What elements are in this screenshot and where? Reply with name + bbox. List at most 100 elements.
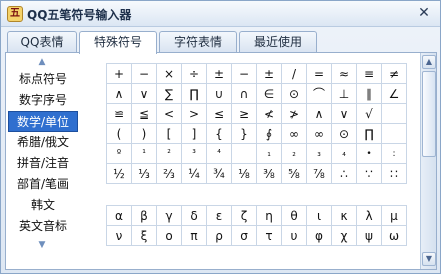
sidebar-item-math-units[interactable]: 数学/单位 xyxy=(8,111,78,132)
sidebar-item-phonetic[interactable]: 英文音标 xyxy=(8,216,78,237)
symbol-cell[interactable]: υ xyxy=(281,225,307,246)
symbol-cell[interactable]: φ xyxy=(306,225,332,246)
symbol-cell[interactable]: π xyxy=(181,225,207,246)
symbol-cell[interactable]: α xyxy=(106,205,132,226)
symbol-cell[interactable]: { xyxy=(206,123,232,144)
symbol-cell[interactable]: ⅓ xyxy=(131,163,157,184)
symbol-cell[interactable]: λ xyxy=(356,205,382,226)
tab-recent[interactable]: 最近使用 xyxy=(239,31,317,53)
symbol-cell[interactable]: º xyxy=(106,143,132,164)
close-icon[interactable]: ✕ xyxy=(416,5,432,21)
tab-special-symbols[interactable]: 特殊符号 xyxy=(79,31,157,54)
symbol-cell[interactable]: ≡ xyxy=(356,63,382,84)
symbol-cell[interactable]: ⁴ xyxy=(206,143,232,164)
symbol-cell[interactable]: ε xyxy=(206,205,232,226)
symbol-cell[interactable]: ∧ xyxy=(306,103,332,124)
symbol-cell[interactable]: σ xyxy=(231,225,257,246)
symbol-cell[interactable]: ⊙ xyxy=(331,123,357,144)
symbol-cell[interactable]: ∷ xyxy=(381,163,407,184)
symbol-cell[interactable]: ∠ xyxy=(381,83,407,104)
symbol-cell[interactable]: / xyxy=(281,63,307,84)
symbol-cell[interactable]: η xyxy=(256,205,282,226)
symbol-cell[interactable]: ₃ xyxy=(306,143,332,164)
symbol-cell[interactable]: β xyxy=(131,205,157,226)
symbol-cell[interactable]: ½ xyxy=(106,163,132,184)
scroll-thumb[interactable] xyxy=(422,71,436,157)
symbol-cell[interactable]: ) xyxy=(131,123,157,144)
symbol-cell[interactable]: ₄ xyxy=(331,143,357,164)
symbol-cell[interactable]: ± xyxy=(256,63,282,84)
tab-character-emoticons[interactable]: 字符表情 xyxy=(159,31,237,53)
symbol-cell[interactable]: + xyxy=(106,63,132,84)
symbol-cell[interactable]: : xyxy=(381,143,407,164)
symbol-cell[interactable]: ≮ xyxy=(256,103,282,124)
symbol-cell[interactable]: √ xyxy=(356,103,382,124)
symbol-cell[interactable] xyxy=(231,143,257,164)
symbol-cell[interactable]: ∨ xyxy=(331,103,357,124)
symbol-cell[interactable]: θ xyxy=(281,205,307,226)
symbol-cell[interactable]: ι xyxy=(306,205,332,226)
symbol-cell[interactable]: ∪ xyxy=(206,83,232,104)
sidebar-item-pinyin-zhuyin[interactable]: 拼音/注音 xyxy=(8,153,78,174)
sidebar-down-arrow-icon[interactable]: ▼ xyxy=(36,241,48,250)
tab-qq-emoticons[interactable]: QQ表情 xyxy=(7,31,77,53)
symbol-cell[interactable]: > xyxy=(181,103,207,124)
symbol-cell[interactable]: ≌ xyxy=(106,103,132,124)
symbol-cell[interactable]: ∞ xyxy=(306,123,332,144)
symbol-cell[interactable]: ∥ xyxy=(356,83,382,104)
symbol-cell[interactable]: } xyxy=(231,123,257,144)
symbol-cell[interactable]: ] xyxy=(181,123,207,144)
symbol-cell[interactable]: ÷ xyxy=(181,63,207,84)
symbol-cell[interactable]: ⌒ xyxy=(306,83,332,104)
title-bar[interactable]: 五 QQ五笔符号输入器 ✕ xyxy=(1,1,440,27)
symbol-cell[interactable]: ± xyxy=(206,63,232,84)
symbol-cell[interactable] xyxy=(381,103,407,124)
symbol-cell[interactable]: ⅛ xyxy=(231,163,257,184)
symbol-cell[interactable]: ρ xyxy=(206,225,232,246)
symbol-cell[interactable]: ∞ xyxy=(281,123,307,144)
symbol-cell[interactable]: ≦ xyxy=(131,103,157,124)
symbol-cell[interactable]: ω xyxy=(381,225,407,246)
symbol-cell[interactable]: ∏ xyxy=(356,123,382,144)
symbol-cell[interactable]: κ xyxy=(331,205,357,226)
symbol-cell[interactable]: ⊙ xyxy=(281,83,307,104)
symbol-cell[interactable]: ψ xyxy=(356,225,382,246)
symbol-cell[interactable]: ⊥ xyxy=(331,83,357,104)
symbol-cell[interactable]: ξ xyxy=(131,225,157,246)
symbol-cell[interactable]: ∮ xyxy=(256,123,282,144)
symbol-cell[interactable]: ∑ xyxy=(156,83,182,104)
scroll-down-icon[interactable]: ▼ xyxy=(422,252,436,266)
sidebar-item-punctuation[interactable]: 标点符号 xyxy=(8,69,78,90)
symbol-cell[interactable]: = xyxy=(306,63,332,84)
symbol-cell[interactable]: ₁ xyxy=(256,143,282,164)
symbol-cell[interactable]: ∩ xyxy=(231,83,257,104)
symbol-cell[interactable]: − xyxy=(231,63,257,84)
symbol-cell[interactable]: ∧ xyxy=(106,83,132,104)
symbol-cell[interactable]: ₂ xyxy=(281,143,307,164)
symbol-cell[interactable]: ζ xyxy=(231,205,257,226)
symbol-cell[interactable]: ∵ xyxy=(356,163,382,184)
symbol-cell[interactable]: ⅜ xyxy=(256,163,282,184)
symbol-cell[interactable]: ∨ xyxy=(131,83,157,104)
symbol-cell[interactable]: ⅞ xyxy=(306,163,332,184)
symbol-cell[interactable]: [ xyxy=(156,123,182,144)
sidebar-item-number-sequence[interactable]: 数字序号 xyxy=(8,90,78,111)
vertical-scrollbar[interactable]: ▲ ▼ xyxy=(420,53,436,269)
symbol-cell[interactable]: μ xyxy=(381,205,407,226)
symbol-cell[interactable]: ≈ xyxy=(331,63,357,84)
symbol-cell[interactable]: ³ xyxy=(181,143,207,164)
symbol-cell[interactable]: ν xyxy=(106,225,132,246)
symbol-cell[interactable]: ⅔ xyxy=(156,163,182,184)
symbol-cell[interactable]: τ xyxy=(256,225,282,246)
symbol-cell[interactable]: γ xyxy=(156,205,182,226)
symbol-cell[interactable]: ¼ xyxy=(181,163,207,184)
sidebar-item-korean[interactable]: 韩文 xyxy=(8,195,78,216)
symbol-cell[interactable]: ( xyxy=(106,123,132,144)
symbol-cell[interactable]: ¹ xyxy=(131,143,157,164)
sidebar-up-arrow-icon[interactable]: ▲ xyxy=(36,58,48,67)
symbol-cell[interactable]: ² xyxy=(156,143,182,164)
scroll-up-icon[interactable]: ▲ xyxy=(422,55,436,69)
symbol-cell[interactable]: ≠ xyxy=(381,63,407,84)
symbol-cell[interactable]: ≥ xyxy=(231,103,257,124)
symbol-cell[interactable]: ο xyxy=(156,225,182,246)
